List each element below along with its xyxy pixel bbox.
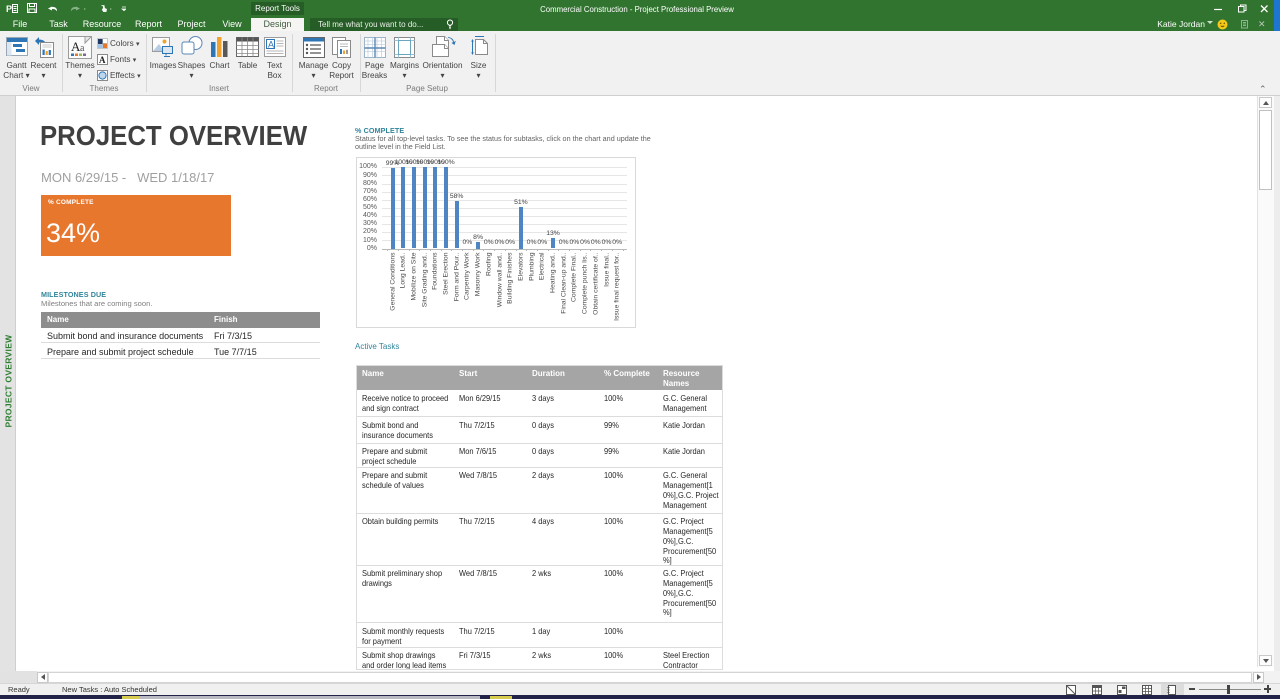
svg-text:A: A [268, 40, 274, 50]
svg-text:a: a [80, 43, 85, 54]
svg-text:A: A [99, 55, 106, 65]
svg-text:P: P [6, 4, 12, 14]
